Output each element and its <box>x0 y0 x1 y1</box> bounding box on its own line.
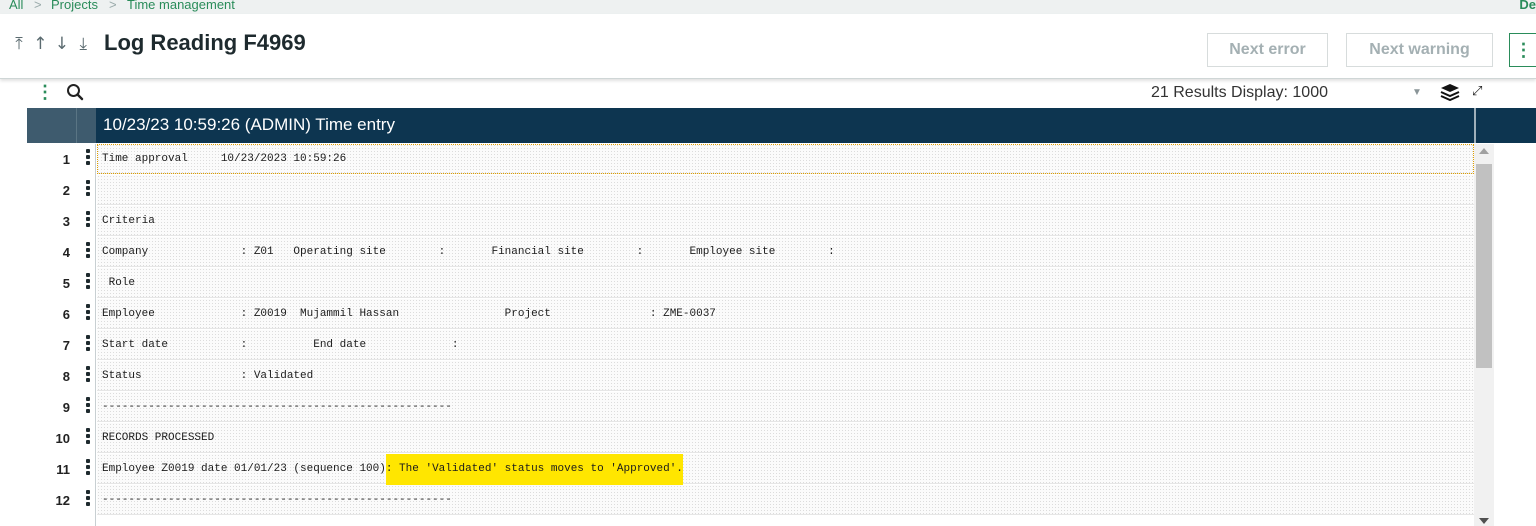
breadcrumb-all[interactable]: All <box>9 0 23 11</box>
row-menu-icon[interactable] <box>85 427 91 449</box>
scrollbar-thumb[interactable] <box>1476 164 1492 368</box>
table-row[interactable]: 5 Role <box>27 268 1474 299</box>
previous-record-icon[interactable]: ↑ <box>32 34 48 54</box>
row-menu-icon[interactable] <box>85 210 91 232</box>
search-icon[interactable] <box>66 83 84 101</box>
table-row[interactable]: 1 Time approval 10/23/2023 10:59:26 <box>27 144 1474 175</box>
scroll-down-icon[interactable] <box>1479 518 1489 524</box>
grid-header-divider <box>1474 108 1476 143</box>
table-row[interactable]: 8 Status : Validated <box>27 361 1474 392</box>
row-menu-icon[interactable] <box>85 489 91 511</box>
row-number: 6 <box>62 307 70 322</box>
table-row[interactable]: 10 RECORDS PROCESSED <box>27 423 1474 454</box>
row-number: 8 <box>62 369 70 384</box>
row-menu-icon[interactable] <box>85 272 91 294</box>
grid-header-menu-column <box>77 108 96 143</box>
scroll-up-icon[interactable] <box>1479 148 1489 154</box>
display-label: Display: <box>1231 84 1288 101</box>
table-row[interactable]: 12 -------------------------------------… <box>27 485 1474 516</box>
row-number: 12 <box>55 493 70 508</box>
row-number: 11 <box>56 462 70 477</box>
log-line-text: Employee Z0019 date 01/01/23 (sequence 1… <box>102 463 386 475</box>
row-number: 1 <box>62 152 70 167</box>
grid-header-number-column <box>27 108 77 143</box>
layers-icon[interactable] <box>1440 83 1460 101</box>
next-error-button[interactable]: Next error <box>1207 33 1328 67</box>
next-warning-button[interactable]: Next warning <box>1346 33 1493 67</box>
breadcrumb-time-management[interactable]: Time management <box>127 0 235 11</box>
row-menu-icon[interactable] <box>85 303 91 325</box>
row-menu-icon[interactable] <box>85 241 91 263</box>
row-menu-icon[interactable] <box>85 334 91 356</box>
log-line[interactable]: Role <box>97 268 1474 298</box>
grid-header-edge <box>1494 108 1536 143</box>
table-row[interactable]: 2 <box>27 175 1474 206</box>
breadcrumb-separator: > <box>34 0 42 12</box>
breadcrumb-right-link[interactable]: De <box>1519 0 1536 11</box>
row-number: 10 <box>55 431 70 446</box>
log-line[interactable]: Status : Validated <box>97 361 1474 391</box>
row-number: 3 <box>62 214 70 229</box>
log-line[interactable]: Employee : Z0019 Mujammil Hassan Project… <box>97 299 1474 329</box>
table-row[interactable]: 11 Employee Z0019 date 01/01/23 (sequenc… <box>27 454 1474 492</box>
row-number: 5 <box>62 276 70 291</box>
log-grid: 10/23/23 10:59:26 (ADMIN) Time entry 1 T… <box>27 108 1494 526</box>
display-select[interactable]: 1000 <box>1292 84 1328 101</box>
page-header: ⤒ ↑ ↓ ⤓ Log Reading F4969 Next error Nex… <box>0 14 1536 79</box>
page-title: Log Reading F4969 <box>104 30 306 55</box>
table-row[interactable]: 7 Start date : End date : <box>27 330 1474 361</box>
log-line[interactable]: ----------------------------------------… <box>97 392 1474 422</box>
table-row[interactable]: 4 Company : Z01 Operating site : Financi… <box>27 237 1474 268</box>
table-row[interactable]: 6 Employee : Z0019 Mujammil Hassan Proje… <box>27 299 1474 330</box>
table-row[interactable]: 3 Criteria <box>27 206 1474 237</box>
log-line[interactable]: Employee Z0019 date 01/01/23 (sequence 1… <box>97 454 1474 492</box>
grid-header: 10/23/23 10:59:26 (ADMIN) Time entry <box>27 108 1494 143</box>
table-row[interactable]: 9 --------------------------------------… <box>27 392 1474 423</box>
log-line[interactable]: Criteria <box>97 206 1474 236</box>
expand-icon[interactable]: ⤢ <box>1472 83 1482 99</box>
log-line[interactable]: Company : Z01 Operating site : Financial… <box>97 237 1474 267</box>
log-line[interactable]: ----------------------------------------… <box>97 485 1474 515</box>
grid-menu-icon[interactable]: ⋮ <box>36 82 54 103</box>
row-number: 9 <box>62 400 70 415</box>
chevron-down-icon[interactable]: ▼ <box>1412 87 1422 98</box>
first-record-icon[interactable]: ⤒ <box>11 34 27 54</box>
next-record-icon[interactable]: ↓ <box>54 34 70 54</box>
last-record-icon[interactable]: ⤓ <box>75 34 91 54</box>
breadcrumb-projects[interactable]: Projects <box>51 0 98 11</box>
log-line[interactable]: RECORDS PROCESSED <box>97 423 1474 453</box>
row-menu-icon[interactable] <box>85 148 91 170</box>
record-navigation: ⤒ ↑ ↓ ⤓ <box>11 34 91 54</box>
breadcrumb: All > Projects > Time management De <box>0 0 1536 14</box>
row-menu-icon[interactable] <box>85 458 91 480</box>
log-line[interactable]: Start date : End date : <box>97 330 1474 360</box>
log-line[interactable]: Time approval 10/23/2023 10:59:26 <box>97 144 1474 174</box>
row-number: 7 <box>62 338 70 353</box>
row-number: 4 <box>62 245 70 260</box>
row-menu-icon[interactable] <box>85 396 91 418</box>
results-count: 21 Results <box>1151 84 1227 101</box>
row-menu-icon[interactable] <box>85 179 91 201</box>
grid-toolbar: ⋮ 21 Results Display: 1000 ▼ ⤢ <box>0 80 1536 106</box>
grid-rows: 1 Time approval 10/23/2023 10:59:26 2 3 … <box>27 144 1474 516</box>
row-menu-icon[interactable] <box>85 365 91 387</box>
row-number: 2 <box>62 183 70 198</box>
more-actions-button[interactable]: ⋮ <box>1509 33 1536 67</box>
results-info: 21 Results Display: 1000 <box>1151 84 1328 102</box>
vertical-scrollbar[interactable] <box>1474 144 1494 526</box>
log-line[interactable] <box>97 175 1474 205</box>
grid-header-title: 10/23/23 10:59:26 (ADMIN) Time entry <box>103 115 395 134</box>
breadcrumb-separator: > <box>109 0 117 12</box>
